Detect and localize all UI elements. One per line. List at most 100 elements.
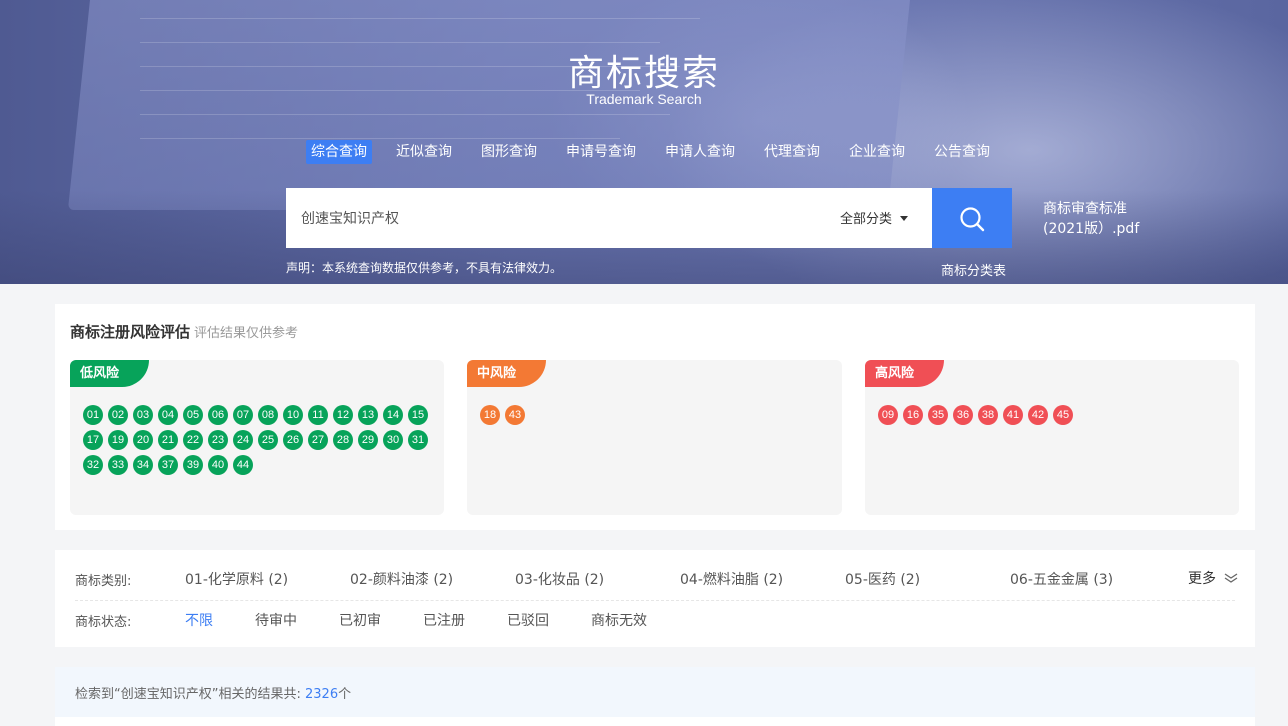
category-filter-item[interactable]: 06-五金金属 (3) [1010, 569, 1113, 589]
class-badge-33[interactable]: 33 [108, 455, 128, 475]
high-risk-classes: 09 16 35 36 38 41 42 45 [878, 405, 1228, 430]
status-filter-item[interactable]: 已驳回 [507, 610, 549, 630]
class-badge-18[interactable]: 18 [480, 405, 500, 425]
class-badge-10[interactable]: 10 [283, 405, 303, 425]
class-badge-41[interactable]: 41 [1003, 405, 1023, 425]
class-badge-19[interactable]: 19 [108, 430, 128, 450]
tab-1[interactable]: 近似查询 [391, 140, 457, 164]
class-badge-14[interactable]: 14 [383, 405, 403, 425]
class-badge-31[interactable]: 31 [408, 430, 428, 450]
class-badge-05[interactable]: 05 [183, 405, 203, 425]
low-risk-classes: 01 02 03 04 05 06 07 08 10 11 12 13 14 15 17 19 20 21 22 23… [83, 405, 433, 480]
result-prefix: 检索到“创速宝知识产权”相关的结果共: [75, 687, 301, 702]
filter-panel: 商标类别: 01-化学原料 (2) 02-颜料油漆 (2) 03-化妆品 (2) 04… [55, 550, 1255, 647]
result-count: 2326 [305, 687, 339, 702]
category-filter-item[interactable]: 04-燃料油脂 (2) [680, 569, 783, 589]
class-badge-03[interactable]: 03 [133, 405, 153, 425]
class-badge-24[interactable]: 24 [233, 430, 253, 450]
class-badge-36[interactable]: 36 [953, 405, 973, 425]
status-filter-item[interactable]: 不限 [185, 610, 213, 630]
disclaimer: 声明：本系统查询数据仅供参考，不具有法律效力。 [286, 261, 563, 275]
search-input[interactable] [286, 188, 826, 248]
class-badge-02[interactable]: 02 [108, 405, 128, 425]
class-badge-01[interactable]: 01 [83, 405, 103, 425]
tab-5[interactable]: 代理查询 [759, 140, 825, 164]
category-filter-label: 商标类别: [75, 574, 132, 589]
category-filter-item[interactable]: 01-化学原料 (2) [185, 569, 288, 589]
class-badge-22[interactable]: 22 [183, 430, 203, 450]
tab-7[interactable]: 公告查询 [929, 140, 995, 164]
class-badge-07[interactable]: 07 [233, 405, 253, 425]
category-dropdown[interactable]: 全部分类 [840, 208, 909, 227]
class-badge-09[interactable]: 09 [878, 405, 898, 425]
page-title: 商标搜索 [567, 53, 720, 94]
more-label: 更多 [1188, 571, 1216, 587]
class-badge-40[interactable]: 40 [208, 455, 228, 475]
medium-risk-classes: 18 43 [480, 405, 830, 430]
class-badge-25[interactable]: 25 [258, 430, 278, 450]
class-badge-16[interactable]: 16 [903, 405, 923, 425]
category-filter-item[interactable]: 03-化妆品 (2) [515, 569, 604, 589]
decor-line [140, 42, 660, 43]
class-badge-45[interactable]: 45 [1053, 405, 1073, 425]
status-filter-item[interactable]: 待审中 [255, 610, 297, 630]
decor-line [140, 138, 620, 139]
class-badge-38[interactable]: 38 [978, 405, 998, 425]
class-badge-42[interactable]: 42 [1028, 405, 1048, 425]
tab-6[interactable]: 企业查询 [844, 140, 910, 164]
caret-down-icon [900, 216, 909, 221]
class-badge-13[interactable]: 13 [358, 405, 378, 425]
search-button[interactable] [932, 188, 1012, 248]
tab-3[interactable]: 申请号查询 [561, 140, 641, 164]
class-badge-23[interactable]: 23 [208, 430, 228, 450]
tab-4[interactable]: 申请人查询 [660, 140, 740, 164]
category-filter-item[interactable]: 05-医药 (2) [845, 569, 920, 589]
class-badge-44[interactable]: 44 [233, 455, 253, 475]
class-badge-11[interactable]: 11 [308, 405, 328, 425]
class-badge-17[interactable]: 17 [83, 430, 103, 450]
search-icon [960, 207, 985, 232]
risk-tag-medium: 中风险 [467, 360, 547, 387]
risk-tag-low: 低风险 [70, 360, 150, 387]
search-box: 全部分类 [286, 188, 1012, 248]
medium-risk-card: 中风险 18 43 [467, 360, 842, 515]
page-subtitle: Trademark Search [586, 91, 702, 107]
class-badge-35[interactable]: 35 [928, 405, 948, 425]
decor-line [140, 18, 700, 19]
risk-title: 商标注册风险评估 [70, 323, 191, 341]
risk-assessment-panel: 商标注册风险评估 评估结果仅供参考 低风险 01 02 03 04 05 06 07 08 10 1… [55, 304, 1255, 530]
class-badge-34[interactable]: 34 [133, 455, 153, 475]
result-suffix: 个 [338, 687, 352, 702]
class-table-link[interactable]: 商标分类表 [941, 260, 1006, 279]
status-filter-item[interactable]: 商标无效 [591, 610, 647, 630]
class-badge-37[interactable]: 37 [158, 455, 178, 475]
tab-2[interactable]: 图形查询 [476, 140, 542, 164]
class-badge-21[interactable]: 21 [158, 430, 178, 450]
class-badge-39[interactable]: 39 [183, 455, 203, 475]
review-standard-pdf-link[interactable]: 商标审查标准 (2021版）.pdf [1043, 199, 1139, 239]
double-chevron-down-icon [1225, 573, 1238, 583]
class-badge-08[interactable]: 08 [258, 405, 278, 425]
class-badge-26[interactable]: 26 [283, 430, 303, 450]
class-badge-20[interactable]: 20 [133, 430, 153, 450]
more-categories-button[interactable]: 更多 [1188, 568, 1238, 588]
class-badge-30[interactable]: 30 [383, 430, 403, 450]
status-filter-item[interactable]: 已注册 [423, 610, 465, 630]
class-badge-15[interactable]: 15 [408, 405, 428, 425]
class-badge-32[interactable]: 32 [83, 455, 103, 475]
class-badge-29[interactable]: 29 [358, 430, 378, 450]
risk-hint: 评估结果仅供参考 [194, 326, 299, 341]
class-badge-28[interactable]: 28 [333, 430, 353, 450]
category-filter-item[interactable]: 02-颜料油漆 (2) [350, 569, 453, 589]
status-filter-item[interactable]: 已初审 [339, 610, 381, 630]
status-filter-label: 商标状态: [75, 615, 132, 630]
class-badge-06[interactable]: 06 [208, 405, 228, 425]
class-badge-43[interactable]: 43 [505, 405, 525, 425]
risk-tag-high: 高风险 [865, 360, 945, 387]
search-tabs: 综合查询 近似查询 图形查询 申请号查询 申请人查询 代理查询 企业查询 公告查询 [306, 140, 1014, 166]
result-summary-bar: 检索到“创速宝知识产权”相关的结果共: 2326个 [55, 667, 1255, 717]
class-badge-27[interactable]: 27 [308, 430, 328, 450]
tab-0[interactable]: 综合查询 [306, 140, 372, 164]
class-badge-04[interactable]: 04 [158, 405, 178, 425]
class-badge-12[interactable]: 12 [333, 405, 353, 425]
